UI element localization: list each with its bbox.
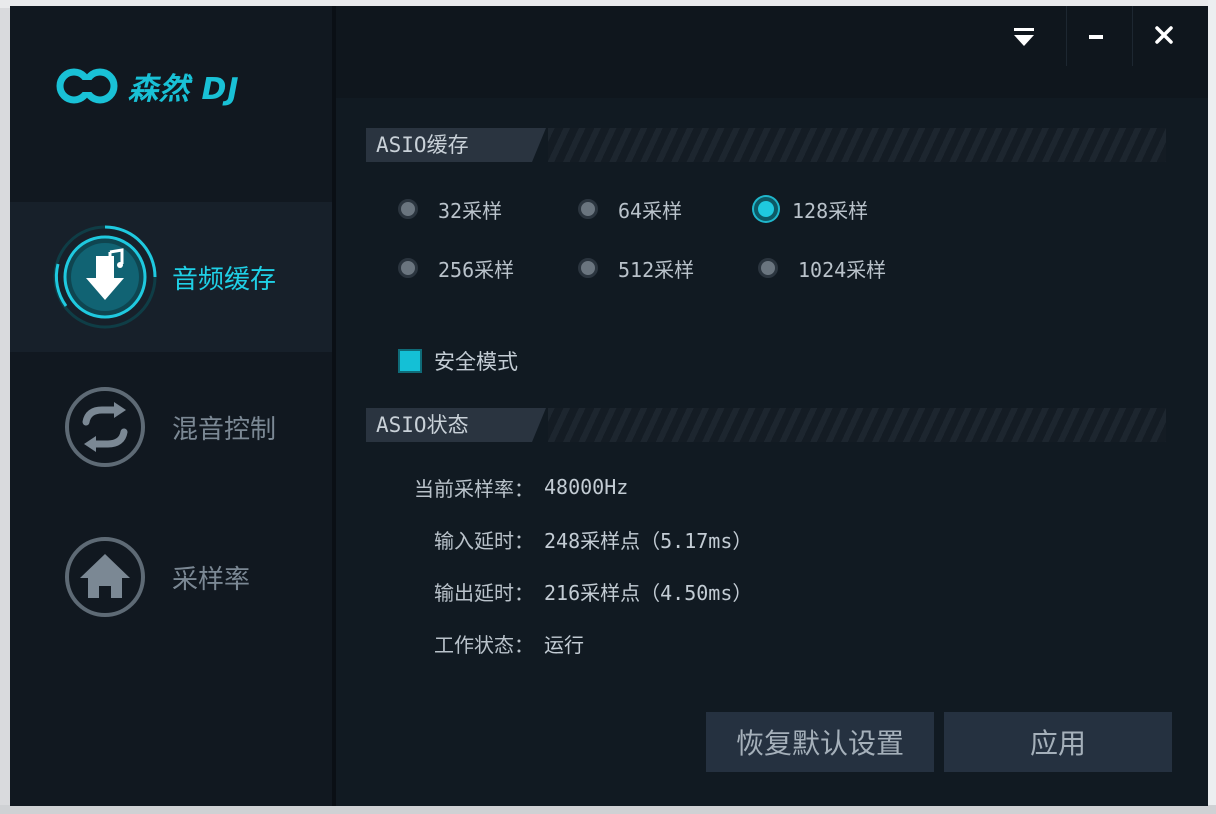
asio-buffer-section-header: ASIO缓存 <box>366 128 1166 162</box>
sidebar-item-mix-control[interactable]: 混音控制 <box>10 352 332 502</box>
checkbox-box <box>398 349 422 373</box>
sidebar-item-label: 混音控制 <box>172 414 277 445</box>
section-title: ASIO状态 <box>366 408 546 442</box>
asio-status-section-header: ASIO状态 <box>366 408 1166 442</box>
status-value: 216采样点（4.50ms） <box>544 580 753 605</box>
radio-1024-samples[interactable]: 1024采样 <box>758 253 886 283</box>
section-decoration <box>548 408 1166 442</box>
main-panel: ASIO缓存 32采样 64采样 128采样 256采样 512采样 1024采… <box>336 6 1208 806</box>
radio-512-samples[interactable]: 512采样 <box>578 253 694 283</box>
window-controls-separator <box>1066 6 1067 66</box>
status-key: 输出延时： <box>434 580 534 605</box>
radio-label: 32采样 <box>438 198 503 223</box>
sidebar-item-label: 采样率 <box>172 564 251 595</box>
minimize-button[interactable] <box>1076 16 1116 56</box>
safe-mode-checkbox[interactable]: 安全模式 <box>398 346 518 376</box>
sidebar-item-label: 音频缓存 <box>172 264 277 295</box>
section-decoration <box>548 128 1166 162</box>
radio-dot <box>758 258 778 278</box>
status-key: 输入延时： <box>434 528 534 553</box>
close-button[interactable] <box>1144 16 1184 56</box>
radio-dot <box>578 199 598 219</box>
minimize-icon <box>1089 35 1103 39</box>
apply-button[interactable]: 应用 <box>944 712 1172 772</box>
logo-text: 森然 DJ <box>128 72 240 107</box>
status-row-input-latency: 输入延时： 248采样点（5.17ms） <box>390 524 752 554</box>
background-desktop-edge <box>1208 0 1216 814</box>
menu-down-icon <box>1014 28 1034 46</box>
music-download-icon <box>53 225 157 329</box>
background-desktop-bottom <box>0 805 1216 814</box>
radio-dot <box>578 258 598 278</box>
radio-32-samples[interactable]: 32采样 <box>398 194 502 224</box>
status-value: 48000Hz <box>544 475 629 499</box>
sidebar-item-audio-buffer[interactable]: 音频缓存 <box>10 202 332 352</box>
radio-dot-selected <box>754 197 778 221</box>
status-key: 工作状态： <box>434 632 534 657</box>
sidebar-item-sample-rate[interactable]: 采样率 <box>10 502 332 652</box>
radio-label: 512采样 <box>618 257 695 282</box>
logo-icon <box>56 68 118 104</box>
radio-label: 256采样 <box>438 257 515 282</box>
checkbox-label: 安全模式 <box>434 350 518 374</box>
radio-256-samples[interactable]: 256采样 <box>398 253 514 283</box>
radio-dot <box>398 199 418 219</box>
status-key: 当前采样率： <box>414 476 534 501</box>
close-icon <box>1155 26 1173 44</box>
radio-label: 64采样 <box>618 198 683 223</box>
home-icon <box>65 537 145 617</box>
status-row-sample-rate: 当前采样率： 48000Hz <box>390 472 628 502</box>
radio-128-samples[interactable]: 128采样 <box>754 194 868 224</box>
section-title: ASIO缓存 <box>366 128 546 162</box>
app-logo: 森然 DJ <box>56 64 240 108</box>
status-row-work-state: 工作状态： 运行 <box>390 628 584 658</box>
radio-dot <box>398 258 418 278</box>
reset-defaults-button[interactable]: 恢复默认设置 <box>706 712 934 772</box>
window-controls-separator <box>1132 6 1133 66</box>
radio-label: 128采样 <box>792 198 869 223</box>
status-value: 248采样点（5.17ms） <box>544 528 753 553</box>
status-row-output-latency: 输出延时： 216采样点（4.50ms） <box>390 576 752 606</box>
swap-arrows-icon <box>65 387 145 467</box>
sidebar: 森然 DJ 音频缓存 混音控制 采样率 <box>10 6 332 806</box>
radio-64-samples[interactable]: 64采样 <box>578 194 682 224</box>
settings-window: 森然 DJ 音频缓存 混音控制 采样率 ASIO缓存 32采样 64采样 128… <box>10 6 1208 806</box>
menu-down-button[interactable] <box>1004 16 1044 56</box>
radio-label: 1024采样 <box>798 257 887 282</box>
status-value: 运行 <box>544 632 584 657</box>
